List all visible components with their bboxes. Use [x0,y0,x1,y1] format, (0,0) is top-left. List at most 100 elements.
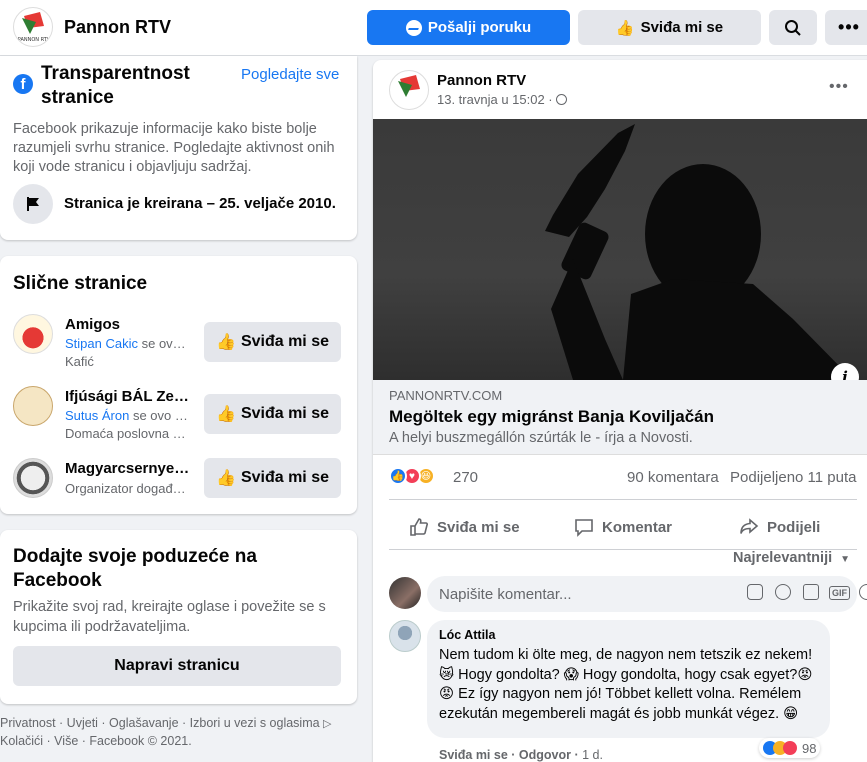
page-header: PANNON RTV Pannon RTV Pošalji poruku 👍 S… [0,0,867,56]
thumbs-up-icon: 👍 [615,19,635,37]
post-author-avatar[interactable] [389,70,429,110]
mutual-like-line: Stipan Cakic se ov… [65,336,195,351]
add-business-description: Prikažite svoj rad, kreirajte oglase i p… [13,599,326,635]
post-comment-label: Komentar [602,518,673,536]
love-reaction-icon [783,741,797,755]
send-message-label: Pošalji poruku [427,19,532,36]
similar-pages-title: Slične stranice [13,273,148,294]
footer-links[interactable]: Privatnost · Uvjeti · Oglašavanje · Izbo… [0,715,360,750]
like-similar-button[interactable]: 👍 Sviđa mi se [204,394,341,434]
comment-reactions-count: 98 [802,740,817,756]
comment-reactions[interactable]: 98 [759,738,821,758]
comment-input[interactable]: Napišite komentar... GIF [427,576,867,612]
more-options-button[interactable]: ••• [825,10,867,45]
transparency-card: f Transparentnost stranice Pogledajte sv… [0,56,357,240]
comment-sort-dropdown[interactable]: Najrelevantniji ▼ [733,550,850,566]
search-icon [785,19,801,36]
friend-link[interactable]: Stipan Cakic [65,336,138,351]
page-category: Kafić [65,354,94,369]
link-preview-box[interactable]: PANNONRTV.COM Megöltek egy migránst Banj… [373,380,867,455]
post-like-button[interactable]: Sviđa mi se [409,509,549,545]
comment-icon [575,519,593,537]
like-similar-button[interactable]: 👍 Sviđa mi se [204,458,341,498]
facebook-icon: f [13,74,33,94]
messenger-icon [405,19,422,36]
comments-count[interactable]: 90 komentara [627,469,719,486]
more-icon: ••• [838,17,860,37]
post-timestamp[interactable]: 13. travnja u 15:02 · [437,92,568,107]
commenter-avatar[interactable] [389,620,421,652]
page-avatar[interactable] [13,314,53,354]
commenter-name[interactable]: Lóc Attila [439,628,495,642]
like-label: Sviđa mi se [240,469,329,486]
add-business-title: Dodajte svoje poduzeće na Facebook [13,546,257,591]
post-author-name[interactable]: Pannon RTV [437,72,526,89]
comment-like-link[interactable]: Sviđa mi se [439,748,508,762]
comment-actions: Sviđa mi se · Odgovor · 1 d. [439,748,603,762]
page-avatar[interactable] [13,386,53,426]
like-page-label: Sviđa mi se [640,19,724,36]
sort-label: Najrelevantniji [733,550,833,566]
comment-bubble: Lóc Attila Nem tudom ki ölte meg, de nag… [427,620,830,738]
page-created-text: Stranica je kreirana – 25. veljače 2010. [64,195,336,212]
thumbs-up-outline-icon [410,518,428,536]
link-subtitle: A helyi buszmegállón szúrták le - írja a… [389,430,693,446]
mutual-like-line: Sutus Áron se ovo … [65,408,195,423]
like-similar-button[interactable]: 👍 Sviđa mi se [204,322,341,362]
transparency-description: Facebook prikazuje informacije kako bist… [13,121,335,175]
chevron-down-icon: ▼ [840,554,851,565]
similar-pages-card: Slične stranice Amigos Stipan Cakic se o… [0,256,357,514]
post-time-text[interactable]: 13. travnja u 15:02 · [437,92,553,107]
comment-reply-link[interactable]: Odgovor [519,748,571,762]
thumbs-up-icon: 👍 [216,406,236,423]
link-domain: PANNONRTV.COM [389,388,503,403]
post-share-button[interactable]: Podijeli [739,509,849,545]
like-label: Sviđa mi se [240,405,329,422]
gif-icon[interactable]: GIF [829,586,850,600]
friend-suffix: se ov… [141,336,186,351]
similar-page-name[interactable]: Amigos [65,316,120,333]
divider [389,499,857,500]
shares-count[interactable]: Podijeljeno 11 puta [730,469,857,486]
link-title[interactable]: Megöltek egy migránst Banja Koviljačán [389,407,714,427]
link-preview-image[interactable]: i [373,119,867,380]
comment-text: Nem tudom ki ölte meg, de nagyon nem tet… [439,647,813,722]
page-category: Organizator događ… [65,481,186,496]
search-button[interactable] [769,10,817,45]
comment-age[interactable]: 1 d. [582,748,603,762]
page-avatar[interactable] [13,458,53,498]
current-user-avatar[interactable] [389,577,421,609]
like-page-button[interactable]: 👍 Sviđa mi se [578,10,761,45]
ad-choices-icon[interactable]: ▷ [323,718,331,730]
create-page-button[interactable]: Napravi stranicu [13,646,341,686]
avatar-sticker-icon[interactable] [747,584,763,600]
like-reaction-icon: 👍 [389,467,407,485]
thumbs-up-icon: 👍 [216,470,236,487]
knife-silhouette-illustration [545,124,853,380]
post-like-label: Sviđa mi se [437,518,520,536]
flag-icon [13,184,53,224]
sticker-icon[interactable] [859,584,867,600]
footer-line-1[interactable]: Privatnost · Uvjeti · Oglašavanje · Izbo… [0,716,320,730]
reactions-count[interactable]: 270 [453,469,478,486]
footer-line-2[interactable]: Kolačići · Više · Facebook © 2021. [0,733,360,750]
transparency-title: Transparentnost stranice [41,63,190,108]
post-options-icon[interactable]: ••• [829,78,849,96]
similar-page-name[interactable]: Ifjúsági BÁL Ze… [65,388,195,405]
post-comment-button[interactable]: Komentar [574,509,694,545]
send-message-button[interactable]: Pošalji poruku [367,10,570,45]
friend-link[interactable]: Sutus Áron [65,408,129,423]
page-category: Domaća poslovna … [65,426,186,441]
add-business-card: Dodajte svoje poduzeće na Facebook Prika… [0,530,357,704]
globe-icon [556,94,568,105]
share-icon [740,518,759,534]
friend-suffix: se ovo … [132,408,188,423]
page-logo[interactable]: PANNON RTV [13,7,53,47]
thumbs-up-icon: 👍 [216,334,236,351]
emoji-icon[interactable] [775,584,791,600]
similar-page-name[interactable]: Magyarcsernye… [65,460,195,477]
like-label: Sviđa mi se [240,333,329,350]
page-name[interactable]: Pannon RTV [64,17,171,38]
camera-icon[interactable] [803,584,819,600]
see-all-link[interactable]: Pogledajte sve [241,66,339,83]
